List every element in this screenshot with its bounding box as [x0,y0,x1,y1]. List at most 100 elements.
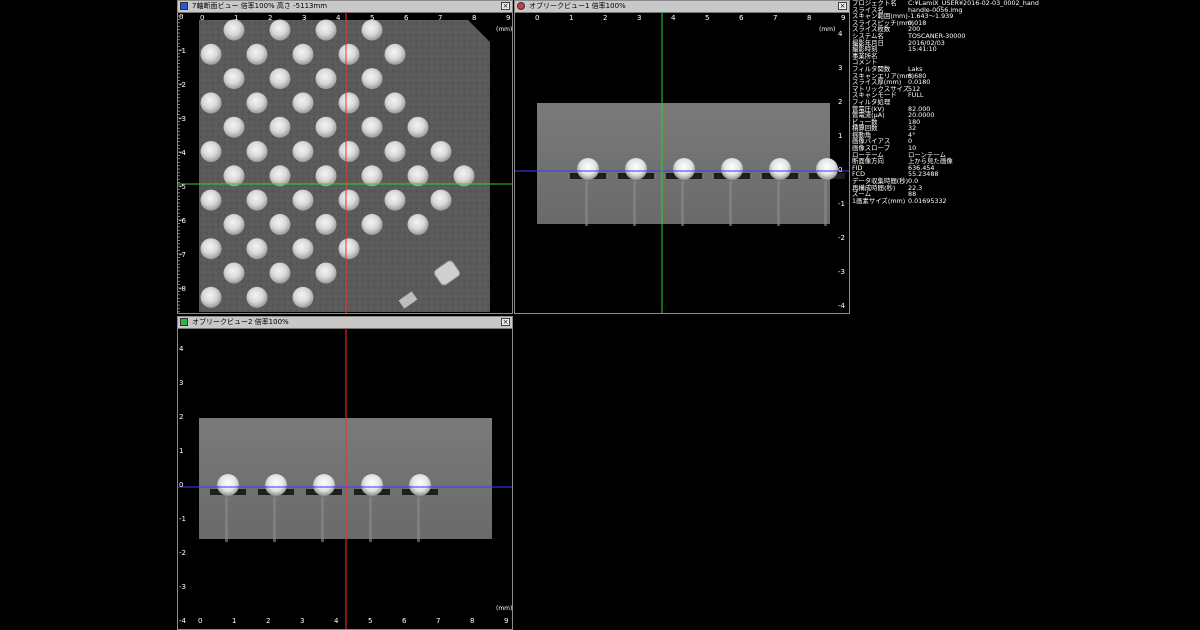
solder-ball [246,238,268,260]
solder-ball [338,141,360,162]
solder-ball [407,213,429,235]
x-tick-label: 8 [470,617,475,625]
solder-ball [577,158,599,180]
y-tick-label: -5 [179,183,186,191]
x-tick-label: 2 [603,14,608,22]
oblique-view-2-pane[interactable]: オブリークビュー2 倍率100% × 0 1 2 3 4 5 6 7 8 9 4 3 2 1 0 -1 -2 -… [177,316,513,630]
oblique-view-1-unit-label: (mm) [819,26,836,33]
solder-ball [361,165,383,187]
oblique-view-1-pane[interactable]: オブリークビュー1 倍率100% × 0 1 2 3 4 5 6 7 8 9 4 3 2 1 0 -1 -2 -… [514,0,850,314]
y-tick-label: -3 [838,268,845,276]
x-tick-label: 4 [334,617,339,625]
y-tick-label: -1 [179,47,186,55]
axial-view-window-icon [180,2,188,10]
axial-view-pane[interactable]: 7軸断面ビュー 倍率100% 高さ -5113mm × 0 1 2 3 4 5 … [177,0,513,314]
y-tick-label: -2 [179,81,186,89]
y-tick-label: 1 [838,132,843,140]
close-icon[interactable]: × [501,318,510,326]
pin-trace [633,181,636,226]
solder-ball [384,141,406,162]
x-tick-label: 3 [300,617,305,625]
x-tick-label: 5 [705,14,710,22]
oblique-view-2-window-icon [180,318,188,326]
x-tick-label: 3 [637,14,642,22]
pin-trace [729,181,732,226]
y-tick-label: -3 [179,583,186,591]
y-tick-label: 4 [838,30,843,38]
oblique-view-2-unit-label: (mm) [496,605,513,612]
x-tick-label: 8 [472,14,477,22]
solder-ball [223,116,245,138]
solder-ball [265,474,287,496]
info-row: 撮影時刻 15:41:10 [852,46,1052,53]
axial-view-title: 7軸断面ビュー 倍率100% 高さ -5113mm [192,2,328,10]
y-tick-label: 0 [838,166,843,174]
y-tick-label: 3 [838,64,843,72]
solder-ball [200,92,222,114]
solder-ball [246,286,268,308]
pin-trace [273,497,276,542]
pin-trace [824,181,827,226]
close-icon[interactable]: × [501,2,510,10]
solder-ball [315,68,337,90]
pin-trace [777,181,780,226]
solder-ball [292,189,314,211]
x-tick-label: 9 [841,14,846,22]
axial-slice-image[interactable] [178,12,512,313]
solder-ball [361,19,383,41]
solder-ball [292,141,314,162]
solder-ball [223,68,245,90]
x-tick-label: 5 [368,617,373,625]
solder-ball [315,262,337,284]
y-tick-label: 2 [179,413,184,421]
y-tick-label: -2 [838,234,845,242]
solder-ball [223,165,245,187]
scan-info-panel: プロジェクト名 C:¥LamiX_USER¥2016-02-03_0002_han… [852,0,1052,204]
y-tick-label: 0 [179,13,184,21]
info-key: 1画素サイズ(mm) [852,196,906,205]
pin-trace [417,497,420,542]
x-tick-label: 1 [234,14,239,22]
x-tick-label: 0 [198,617,203,625]
solder-ball [384,92,406,114]
solder-ball [246,43,268,65]
solder-ball [769,158,791,180]
solder-ball [338,238,360,260]
solder-ball [409,474,431,496]
info-value: 0.01695332 [908,196,947,205]
solder-ball [453,165,475,187]
solder-ball [200,189,222,211]
solder-ball [361,213,383,235]
x-tick-label: 9 [506,14,511,22]
pin-trace [681,181,684,226]
y-tick-label: -4 [179,149,186,157]
solder-ball [407,116,429,138]
oblique-view-1-image[interactable] [515,12,849,313]
solder-ball [625,158,647,180]
info-row: 積算回数 32 [852,125,1052,132]
x-tick-label: 1 [569,14,574,22]
x-tick-label: 7 [436,617,441,625]
solder-ball [246,92,268,114]
close-icon[interactable]: × [838,2,847,10]
oblique-view-2-image[interactable] [178,328,512,629]
pin-trace [225,497,228,542]
solder-ball [361,474,383,496]
solder-ball [315,116,337,138]
solder-ball [246,141,268,162]
solder-ball [223,213,245,235]
solder-ball [292,238,314,260]
y-tick-label: 1 [179,447,184,455]
solder-ball [269,262,291,284]
solder-ball [315,213,337,235]
solder-ball [200,286,222,308]
y-tick-label: 3 [179,379,184,387]
y-tick-label: -3 [179,115,186,123]
y-tick-label: -1 [179,515,186,523]
pin-trace [585,181,588,226]
solder-ball [313,474,335,496]
x-tick-label: 6 [402,617,407,625]
solder-ball [673,158,695,180]
solder-ball [269,19,291,41]
x-tick-label: 0 [535,14,540,22]
